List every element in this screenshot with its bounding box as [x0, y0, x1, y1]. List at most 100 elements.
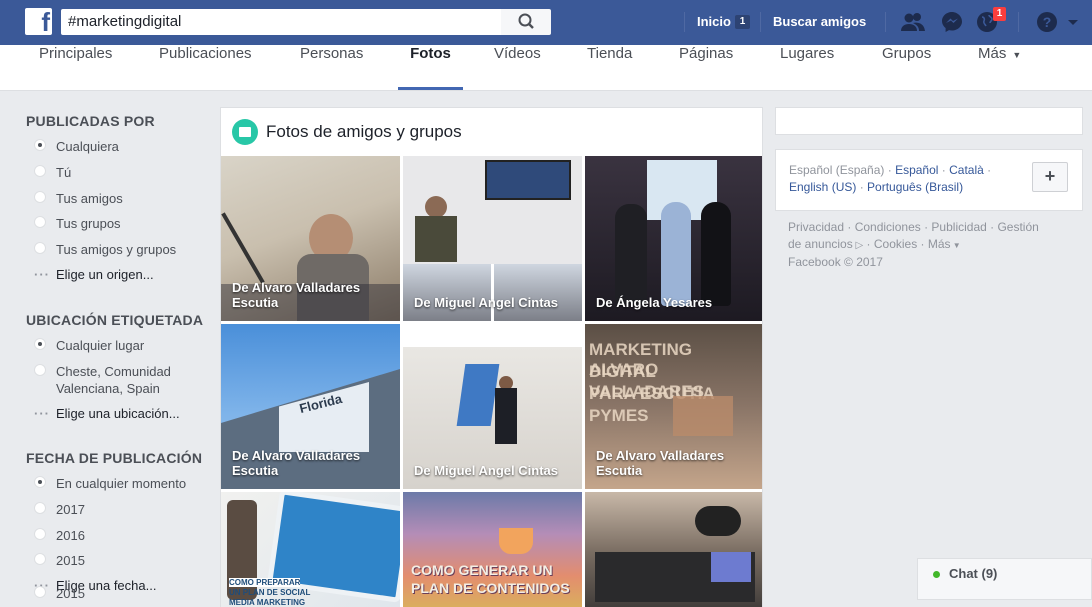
photo-tile[interactable]: De Miguel Angel Cintas [403, 156, 582, 321]
radio[interactable] [34, 528, 46, 540]
filter-option-label: Tus amigos y grupos [56, 242, 177, 257]
copyright: Facebook © 2017 [788, 255, 883, 269]
filter-option-label: En cualquier momento [56, 476, 187, 491]
photo-caption[interactable]: De Alvaro Valladares Escutia [596, 448, 762, 478]
more-dots-icon: ··· [34, 406, 50, 421]
help-icon[interactable]: ? [1035, 10, 1059, 34]
radio[interactable] [34, 191, 46, 203]
microphone-arm [221, 212, 265, 284]
radio[interactable] [34, 242, 46, 254]
microphone [695, 506, 741, 536]
photo-tile[interactable]: De Alvaro Valladares Escutia [221, 156, 400, 321]
photo-caption[interactable]: De Miguel Angel Cintas [414, 463, 558, 478]
friend-requests-icon[interactable] [900, 10, 926, 34]
filter-option-2016[interactable]: 2016 [34, 527, 85, 544]
photo-tile[interactable]: MARKETING ALVARO DIGITAL VALLADARES PARA… [585, 324, 762, 489]
add-language-button[interactable]: + [1032, 162, 1068, 192]
radio[interactable] [34, 216, 46, 228]
home-link[interactable]: Inicio [697, 14, 731, 29]
right-empty-box [775, 107, 1083, 135]
filter-option-amigos-grupos[interactable]: Tus amigos y grupos [34, 241, 176, 258]
radio-selected[interactable] [34, 139, 46, 151]
chat-label: Chat (9) [949, 566, 998, 581]
photo-caption[interactable]: De Alvaro Valladares Escutia [232, 448, 400, 478]
filter-option-tus-grupos[interactable]: Tus grupos [34, 215, 121, 232]
footer-link[interactable]: Cookies [874, 237, 917, 251]
radio-selected[interactable] [34, 338, 46, 350]
tab-mas[interactable]: Más ▼ [978, 45, 1021, 90]
photo-tile[interactable]: De Miguel Angel Cintas [403, 324, 582, 489]
filter-option-label: Cualquier lugar [56, 338, 145, 353]
chevron-down-icon: ▼ [950, 241, 961, 250]
filter-option-cheste[interactable]: Cheste, Comunidad Valenciana, Spain [34, 363, 191, 397]
photo-caption[interactable]: De Ángela Yesares [596, 295, 712, 310]
notification-count-badge: 1 [993, 7, 1006, 21]
language-link[interactable]: Português (Brasil) [867, 180, 963, 194]
filter-heading-location: UBICACIÓN ETIQUETADA [26, 312, 204, 328]
filter-option-label: Tus grupos [56, 216, 121, 231]
photo-caption[interactable]: De Miguel Angel Cintas [414, 295, 558, 310]
radio[interactable] [34, 586, 46, 598]
choose-source-link[interactable]: ··· Elige un origen... [34, 267, 154, 282]
language-link[interactable]: Català [949, 163, 984, 177]
tab-tienda[interactable]: Tienda [587, 45, 632, 90]
account-menu-caret-icon[interactable] [1066, 10, 1080, 34]
person-figure [615, 204, 647, 304]
messenger-icon[interactable] [940, 10, 964, 34]
photo-tile[interactable]: Florida De Alvaro Valladares Escutia [221, 324, 400, 489]
svg-text:?: ? [1043, 14, 1052, 30]
facebook-logo-icon[interactable]: f [25, 7, 52, 37]
filter-option-cualquier-lugar[interactable]: Cualquier lugar [34, 337, 144, 354]
divider [1018, 12, 1019, 32]
language-link[interactable]: English (US) [789, 180, 856, 194]
photo-tile[interactable]: De Ángela Yesares [585, 156, 762, 321]
footer-link[interactable]: Publicidad [931, 220, 986, 234]
tab-mas-label: Más [978, 45, 1007, 62]
tab-paginas[interactable]: Páginas [679, 45, 733, 90]
photo-text: MEDIA MARKETING [229, 598, 306, 607]
filter-option-2017[interactable]: 2017 [34, 501, 85, 518]
language-link[interactable]: Español [895, 163, 938, 177]
online-status-icon [933, 571, 940, 578]
search-input[interactable]: #marketingdigital [61, 9, 501, 35]
presenter-figure [425, 196, 447, 218]
footer-link[interactable]: Privacidad [788, 220, 844, 234]
filter-option-label: Cualquiera [56, 139, 119, 154]
footer-link[interactable]: Más [928, 237, 951, 251]
filter-option-2015-duplicate[interactable]: 2015 [34, 585, 85, 602]
filter-option-label: 2015 [56, 586, 85, 601]
tab-videos[interactable]: Vídeos [494, 45, 541, 90]
filter-option-label: 2016 [56, 528, 85, 543]
search-filter-tabs: Principales Publicaciones Personas Fotos… [0, 45, 1092, 91]
tab-personas[interactable]: Personas [300, 45, 363, 90]
filter-option-2015[interactable]: 2015 [34, 552, 85, 569]
language-current: Español (España) [789, 163, 885, 177]
tab-fotos[interactable]: Fotos [398, 45, 463, 90]
chat-tab[interactable]: Chat (9) [917, 558, 1092, 600]
language-list: Español (España) · Español · Català · En… [789, 163, 992, 194]
photo-caption[interactable]: De Alvaro Valladares Escutia [232, 280, 400, 310]
find-friends-link[interactable]: Buscar amigos [773, 14, 866, 29]
tab-principales[interactable]: Principales [39, 45, 112, 90]
radio[interactable] [34, 502, 46, 514]
presenter-figure [415, 216, 457, 262]
filter-option-cualquier-momento[interactable]: En cualquier momento [34, 475, 186, 492]
photo-tile[interactable]: COMO GENERAR UN PLAN DE CONTENIDOS [403, 492, 582, 607]
tab-lugares[interactable]: Lugares [780, 45, 834, 90]
radio[interactable] [34, 165, 46, 177]
radio[interactable] [34, 364, 46, 376]
filter-option-tus-amigos[interactable]: Tus amigos [34, 190, 123, 207]
radio-selected[interactable] [34, 476, 46, 488]
footer-link[interactable]: Condiciones [855, 220, 921, 234]
radio[interactable] [34, 553, 46, 565]
choose-location-link[interactable]: ··· Elige una ubicación... [34, 406, 180, 421]
un-flag [456, 364, 500, 426]
tab-grupos[interactable]: Grupos [882, 45, 931, 90]
tab-publicaciones[interactable]: Publicaciones [159, 45, 252, 90]
photo-tile[interactable]: COMO PREPARAR UN PLAN DE SOCIAL MEDIA MA… [221, 492, 400, 607]
search-button[interactable] [501, 9, 551, 35]
filter-option-tu[interactable]: Tú [34, 164, 71, 181]
filter-option-label: Tus amigos [56, 191, 123, 206]
photo-tile[interactable] [585, 492, 762, 607]
filter-option-cualquiera[interactable]: Cualquiera [34, 138, 119, 155]
